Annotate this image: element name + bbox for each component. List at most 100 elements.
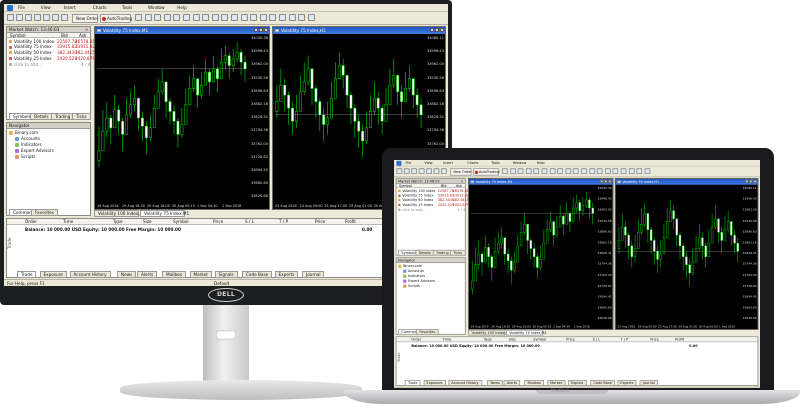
navigator-item[interactable]: Accounts: [15, 136, 88, 142]
trendline-icon[interactable]: [259, 14, 267, 21]
navigator-item[interactable]: Binary.com: [9, 130, 88, 136]
tab-favorites[interactable]: Favorites: [31, 209, 58, 216]
indicator-icon[interactable]: [557, 168, 564, 175]
navigator-item[interactable]: Indicators: [403, 274, 463, 279]
navigator-icon[interactable]: [426, 168, 432, 175]
vline-icon[interactable]: [240, 14, 248, 21]
minimize-icon[interactable]: [753, 179, 757, 184]
terminal-column[interactable]: Type: [484, 337, 492, 341]
column-bid-col[interactable]: Bid: [61, 33, 68, 38]
autotrading-button[interactable]: AutoTrading: [100, 13, 132, 23]
autotrading-button[interactable]: AutoTrading: [473, 167, 500, 176]
arrow-icon[interactable]: [644, 168, 651, 175]
terminal-column[interactable]: Order: [411, 337, 421, 341]
profiles-icon[interactable]: [403, 168, 410, 175]
tester-icon[interactable]: [61, 14, 68, 21]
tab-alerts[interactable]: Alerts: [137, 271, 158, 278]
indicator-icon[interactable]: [202, 14, 210, 21]
menu-file[interactable]: File: [18, 5, 25, 10]
tab-trading[interactable]: Trading: [51, 113, 75, 120]
tab-journal[interactable]: Journal: [302, 271, 325, 278]
table-row[interactable]: Volatility 25 Index 2420.529 2420.879: [9, 56, 95, 62]
tab-market[interactable]: Market: [546, 380, 566, 386]
menu-file[interactable]: File: [406, 161, 412, 165]
navigator-item[interactable]: Accounts: [403, 269, 463, 274]
tab-signals[interactable]: Signals: [214, 271, 238, 278]
tab-trade[interactable]: Trade: [17, 271, 37, 278]
label-icon[interactable]: [636, 168, 643, 175]
maximize-icon[interactable]: [604, 179, 608, 184]
minimize-icon[interactable]: [440, 28, 444, 33]
arrow-icon[interactable]: [307, 14, 315, 21]
menu-insert[interactable]: Insert: [64, 5, 76, 10]
close-icon[interactable]: [254, 28, 258, 33]
shift-icon[interactable]: [549, 168, 556, 175]
tester-icon[interactable]: [440, 168, 447, 175]
tab-news[interactable]: News: [117, 271, 137, 278]
new-order-button[interactable]: New Order: [72, 13, 98, 23]
maximize-icon[interactable]: [435, 28, 439, 33]
tab-mailbox[interactable]: Mailbox: [524, 380, 545, 386]
navigator-item[interactable]: Scripts: [403, 284, 463, 289]
fibo-icon[interactable]: [279, 14, 286, 21]
text-icon[interactable]: [288, 14, 296, 21]
navigator-item[interactable]: Indicators: [15, 142, 88, 148]
terminal-column[interactable]: Price: [315, 219, 325, 224]
tab-ticks[interactable]: Ticks: [72, 113, 91, 120]
channel-icon[interactable]: [612, 168, 619, 175]
profiles-icon[interactable]: [16, 14, 23, 21]
line-icon[interactable]: [144, 14, 152, 21]
column-ask-col[interactable]: Ask: [79, 33, 86, 38]
navigator-icon[interactable]: [43, 14, 50, 21]
tab-experts[interactable]: Experts: [274, 271, 299, 278]
close-icon[interactable]: [600, 179, 604, 184]
terminal-column[interactable]: T / P: [621, 337, 629, 341]
column-symbol-col[interactable]: Symbol: [10, 33, 26, 38]
terminal-column[interactable]: S / L: [593, 337, 600, 341]
click-to-add-row[interactable]: click to add... 4 / 4: [9, 62, 90, 69]
maximize-icon[interactable]: [749, 179, 753, 184]
tab-account-history[interactable]: Account History: [69, 271, 111, 278]
terminal-column[interactable]: Profit: [675, 337, 684, 341]
tab-trade[interactable]: Trade: [404, 380, 421, 386]
tab-signals[interactable]: Signals: [567, 380, 587, 386]
hline-icon[interactable]: [596, 168, 603, 175]
chart-tab[interactable]: Volatility 100 Index,M1: [94, 210, 146, 217]
tile-icon[interactable]: [173, 14, 181, 21]
terminal-icon[interactable]: [433, 168, 440, 175]
menu-help[interactable]: Help: [537, 161, 545, 165]
terminal-column[interactable]: Symbol: [173, 219, 189, 224]
navigator-item[interactable]: Expert Advisors: [15, 148, 88, 154]
crosshair-icon[interactable]: [581, 168, 587, 175]
tab-exposure[interactable]: Exposure: [39, 271, 67, 278]
hline-icon[interactable]: [250, 14, 258, 21]
navigator-item[interactable]: Scripts: [15, 154, 88, 160]
tab-code-base[interactable]: Code Base: [590, 380, 616, 386]
column-bid-col[interactable]: Bid: [441, 184, 447, 188]
tab-exposure[interactable]: Exposure: [423, 380, 446, 386]
menu-window[interactable]: Window: [513, 161, 527, 165]
period-icon[interactable]: [565, 168, 572, 175]
close-icon[interactable]: ×: [461, 179, 464, 182]
crosshair-icon[interactable]: [231, 14, 238, 21]
tab-details[interactable]: Details: [415, 249, 435, 256]
candlestick-chart[interactable]: [617, 186, 740, 321]
navigator-item[interactable]: Expert Advisors: [403, 279, 463, 284]
terminal-column[interactable]: Size: [143, 219, 152, 224]
chart-tab[interactable]: Volatility 75 Index,M1: [506, 329, 547, 336]
text-icon[interactable]: [628, 168, 635, 175]
terminal-column[interactable]: Profit: [345, 219, 356, 224]
menu-charts[interactable]: Charts: [467, 161, 478, 165]
tab-market[interactable]: Market: [189, 271, 212, 278]
cursor-icon[interactable]: [221, 14, 229, 21]
menu-window[interactable]: Window: [148, 5, 165, 10]
chart-tab[interactable]: Volatility 75 Index,M1: [140, 210, 189, 217]
maximize-icon[interactable]: [259, 28, 263, 33]
line-icon[interactable]: [509, 168, 516, 175]
vline-icon[interactable]: [589, 168, 595, 175]
terminal-column[interactable]: T / P: [279, 219, 288, 224]
terminal-column[interactable]: Size: [509, 337, 516, 341]
close-icon[interactable]: [745, 179, 749, 184]
data-window-icon[interactable]: [34, 14, 41, 21]
terminal-column[interactable]: Order: [25, 219, 37, 224]
